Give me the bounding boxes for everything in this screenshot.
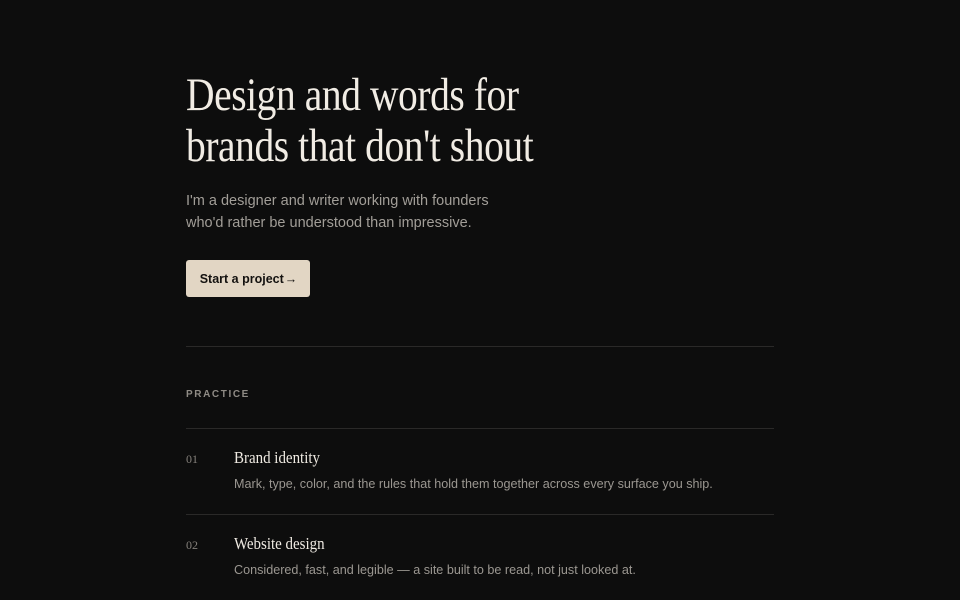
- start-project-button[interactable]: Start a project →: [186, 260, 310, 297]
- practice-item-number: 01: [186, 452, 198, 466]
- practice-item-description: Mark, type, color, and the rules that ho…: [234, 477, 713, 491]
- practice-item-number: 02: [186, 538, 198, 552]
- practice-item-brand-identity: 01 Brand identity Mark, type, color, and…: [186, 429, 774, 515]
- hero-subtitle-line-1: I'm a designer and writer working with f…: [186, 193, 489, 209]
- arrow-right-icon: →: [284, 271, 298, 286]
- hero-subtitle-line-2: who'd rather be understood than impressi…: [186, 215, 472, 231]
- hero-title-line-1: Design and words for: [186, 69, 519, 121]
- section-divider: [186, 346, 774, 347]
- practice-section-label: PRACTICE: [186, 389, 250, 400]
- practice-item-website-design: 02 Website design Considered, fast, and …: [186, 515, 774, 600]
- practice-item-title: Website design: [234, 534, 325, 553]
- practice-item-title: Brand identity: [234, 448, 321, 467]
- hero-title-line-2: brands that don't shout: [186, 120, 534, 172]
- hero-subtitle: I'm a designer and writer working with f…: [186, 190, 489, 234]
- hero-title: Design and words for brands that don't s…: [186, 69, 534, 172]
- practice-item-description: Considered, fast, and legible — a site b…: [234, 563, 636, 577]
- start-project-label: Start a project: [199, 271, 284, 286]
